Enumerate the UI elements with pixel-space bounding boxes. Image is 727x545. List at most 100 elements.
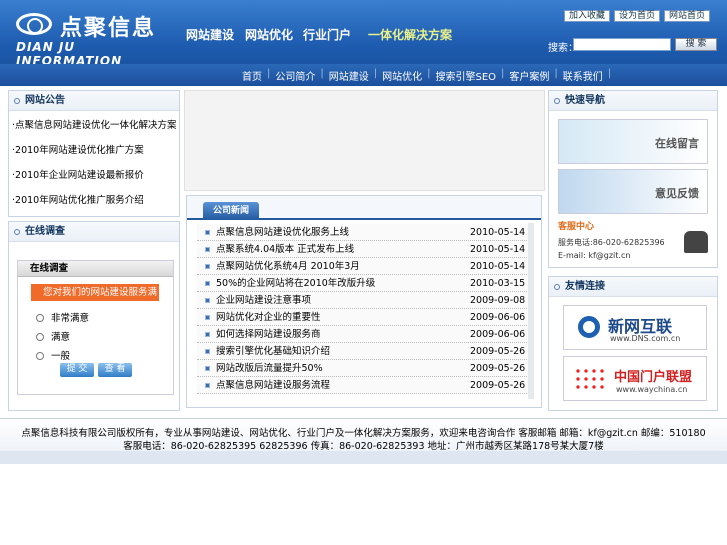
news-date: 2009-05-26 (470, 363, 526, 374)
circle-icon (554, 98, 560, 104)
news-title[interactable]: 搜索引擎优化基础知识介绍 (216, 343, 330, 360)
news-date: 2009-09-08 (470, 295, 526, 306)
nav-cases[interactable]: 客户案例 (504, 68, 554, 83)
radio-icon[interactable] (36, 352, 44, 360)
topnav-website-build[interactable]: 网站建设 (186, 26, 234, 43)
topnav-website-optimize[interactable]: 网站优化 (245, 26, 293, 43)
circle-icon (554, 284, 560, 290)
set-homepage-link[interactable]: 设为首页 (614, 10, 661, 22)
search-input[interactable] (573, 38, 671, 51)
bullet-icon (205, 264, 210, 269)
bullet-icon (205, 298, 210, 303)
news-row[interactable]: 企业网站建设注意事项 2009-09-08 (197, 292, 531, 309)
bullet-icon (205, 315, 210, 320)
feedback-banner[interactable]: 意见反馈 (558, 169, 708, 214)
news-row[interactable]: 搜索引擎优化基础知识介绍 2009-05-26 (197, 343, 531, 360)
notice-item[interactable]: ·点聚信息网站建设优化一体化解决方案 (9, 113, 179, 138)
nav-home[interactable]: 首页 (237, 68, 267, 83)
news-row[interactable]: 如何选择网站建设服务商 2009-06-06 (197, 326, 531, 343)
news-title[interactable]: 50%的企业网站将在2010年改版升级 (216, 275, 375, 292)
logo-text-cn: 点聚信息 (60, 16, 157, 41)
online-message-banner[interactable]: 在线留言 (558, 119, 708, 164)
service-center: 客服中心 服务电话:86-020-62825396 E-mail: kf@gzi… (558, 219, 708, 265)
news-title[interactable]: 企业网站建设注意事项 (216, 292, 311, 309)
news-date: 2010-05-14 (470, 227, 526, 238)
bullet-icon (205, 349, 210, 354)
news-title[interactable]: 如何选择网站建设服务商 (216, 326, 321, 343)
friend-link-dns[interactable]: 新网互联 www.DNS.com.cn (563, 305, 707, 350)
bullet-icon (205, 281, 210, 286)
main-navbar: 首页 | 公司简介 | 网站建设 | 网站优化 | 搜索引擎SEO | 客户案例 | 联系我… (0, 64, 727, 86)
bullet-icon (205, 247, 210, 252)
news-row[interactable]: 50%的企业网站将在2010年改版升级 2010-03-15 (197, 275, 531, 292)
bullet-icon (205, 383, 210, 388)
topnav-solution[interactable]: 一体化解决方案 (368, 26, 452, 43)
news-title[interactable]: 点聚系统4.04版本 正式发布上线 (216, 241, 354, 258)
news-date: 2010-05-14 (470, 261, 526, 272)
bullet-icon (205, 366, 210, 371)
notice-title: 网站公告 (9, 91, 179, 111)
survey-box: 在线调查 您对我们的网站建设服务满意吗? 非常满意 满意 一般 提 交 查 看 (17, 260, 174, 395)
news-row[interactable]: 点聚网站优化系统4月 2010年3月 2010-05-14 (197, 258, 531, 275)
survey-option-3[interactable]: 一般 (36, 348, 70, 362)
survey-view-button[interactable]: 查 看 (98, 363, 132, 377)
notice-panel: 网站公告 ·点聚信息网站建设优化一体化解决方案 ·2010年网站建设优化推广方案… (8, 90, 180, 217)
center-banner (184, 90, 545, 191)
news-title[interactable]: 网站改版后流量提升50% (216, 360, 323, 377)
news-date: 2010-05-14 (470, 244, 526, 255)
search-button[interactable]: 搜 索 (675, 38, 717, 51)
news-row[interactable]: 网站改版后流量提升50% 2009-05-26 (197, 360, 531, 377)
topnav-industry-portal[interactable]: 行业门户 (303, 26, 351, 43)
phone-icon (684, 231, 708, 253)
news-date: 2009-05-26 (470, 346, 526, 357)
news-date: 2009-06-06 (470, 312, 526, 323)
survey-option-2[interactable]: 满意 (36, 329, 70, 343)
friend-link-waychina[interactable]: 中国门户联盟 www.waychina.cn (563, 356, 707, 401)
radio-icon[interactable] (36, 333, 44, 341)
survey-title: 在线调查 (9, 222, 179, 242)
footer-bar (0, 451, 727, 464)
quick-nav-title: 快速导航 (549, 91, 717, 111)
news-scrollbar[interactable] (528, 223, 534, 399)
nav-contact[interactable]: 联系我们 (558, 68, 608, 83)
news-list: 点聚信息网站建设优化服务上线 2010-05-14 点聚系统4.04版本 正式发布上… (197, 224, 531, 394)
notice-item[interactable]: ·2010年企业网站建设最新报价 (9, 163, 179, 188)
header: 点聚信息 DIAN JU INFORMATION 网站建设 网站优化 行业门户 … (0, 0, 727, 68)
news-row[interactable]: 点聚信息网站建设服务流程 2009-05-26 (197, 377, 531, 394)
survey-submit-button[interactable]: 提 交 (60, 363, 94, 377)
news-row[interactable]: 点聚系统4.04版本 正式发布上线 2010-05-14 (197, 241, 531, 258)
notice-item[interactable]: ·2010年网站建设优化推广方案 (9, 138, 179, 163)
quick-nav-panel: 快速导航 在线留言 意见反馈 客服中心 服务电话:86-020-62825396… (548, 90, 718, 268)
footer-contact: 客服电话：86-020-62825395 62825396 传真：86-020-… (123, 441, 604, 452)
survey-question: 您对我们的网站建设服务满意吗? (31, 284, 159, 315)
news-date: 2009-06-06 (470, 329, 526, 340)
bullet-icon (205, 332, 210, 337)
survey-panel: 在线调查 在线调查 您对我们的网站建设服务满意吗? 非常满意 满意 一般 提 交… (8, 221, 180, 411)
nav-website-build[interactable]: 网站建设 (324, 68, 374, 83)
logo-icon (16, 13, 52, 35)
news-row[interactable]: 点聚信息网站建设优化服务上线 2010-05-14 (197, 224, 531, 241)
news-panel: 公司新闻 点聚信息网站建设优化服务上线 2010-05-14 点聚系统4.04版本 … (186, 195, 542, 408)
tab-company-news[interactable]: 公司新闻 (203, 202, 259, 220)
nav-about[interactable]: 公司简介 (270, 68, 320, 83)
toplinks: 加入收藏 设为首页 网站首页 (564, 10, 711, 22)
nav-website-optimize[interactable]: 网站优化 (377, 68, 427, 83)
friend-links-panel: 友情连接 新网互联 www.DNS.com.cn 中国门户联盟 www.wayc… (548, 276, 718, 411)
news-title[interactable]: 点聚信息网站建设服务流程 (216, 377, 330, 394)
add-favorite-link[interactable]: 加入收藏 (564, 10, 611, 22)
logo[interactable]: 点聚信息 DIAN JU INFORMATION (14, 10, 164, 68)
friend-links-title: 友情连接 (549, 277, 717, 297)
news-row[interactable]: 网站优化对企业的重要性 2009-06-06 (197, 309, 531, 326)
news-title[interactable]: 点聚网站优化系统4月 2010年3月 (216, 258, 360, 275)
nav-seo[interactable]: 搜索引擎SEO (431, 68, 502, 83)
notice-item[interactable]: ·2010年网站优化推广服务介绍 (9, 188, 179, 213)
survey-head: 在线调查 (18, 261, 173, 277)
survey-option-1[interactable]: 非常满意 (36, 310, 89, 324)
dns-logo-icon (578, 316, 600, 338)
news-date: 2009-05-26 (470, 380, 526, 391)
circle-icon (14, 229, 20, 235)
site-home-link[interactable]: 网站首页 (664, 10, 711, 22)
news-title[interactable]: 网站优化对企业的重要性 (216, 309, 321, 326)
news-title[interactable]: 点聚信息网站建设优化服务上线 (216, 224, 349, 241)
radio-icon[interactable] (36, 314, 44, 322)
